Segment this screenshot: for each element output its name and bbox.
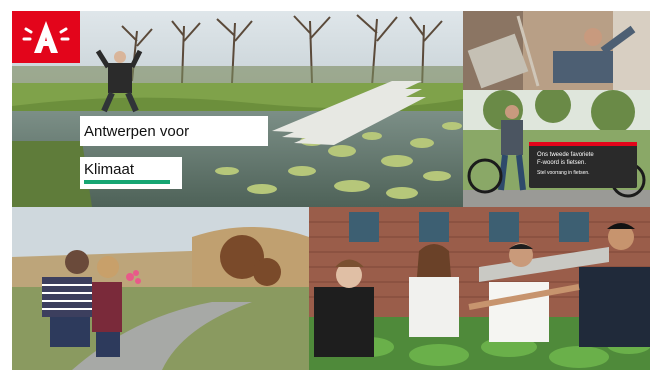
antwerpen-a-icon: [22, 21, 70, 53]
bike-sign-line3: Stel voorrang in fietsen.: [537, 170, 590, 176]
title-box-line2: Klimaat: [80, 157, 182, 189]
title-box-line1: Antwerpen voor: [80, 116, 268, 146]
antwerpen-logo: [12, 11, 80, 63]
cargo-bike-image: [463, 90, 650, 207]
climate-collage: Ons tweede favoriete F-woord is fietsen.…: [0, 0, 650, 370]
photo-cargo-bike: Ons tweede favoriete F-woord is fietsen.…: [463, 90, 650, 207]
bike-sign-line1: Ons tweede favoriete: [537, 152, 594, 158]
photo-urban-garden: [309, 207, 650, 370]
photo-family-path: [12, 207, 309, 370]
renovation-image: [463, 11, 650, 90]
urban-garden-image: [309, 207, 650, 370]
title-accent-bar: [84, 180, 170, 184]
title-line2: Klimaat: [84, 161, 135, 178]
title-line1: Antwerpen voor: [84, 122, 190, 140]
photo-renovation: [463, 11, 650, 90]
bike-sign-line2: F-woord is fietsen.: [537, 159, 587, 166]
bike-sign-text: Ons tweede favoriete F-woord is fietsen.…: [537, 152, 633, 176]
family-path-image: [12, 207, 309, 370]
